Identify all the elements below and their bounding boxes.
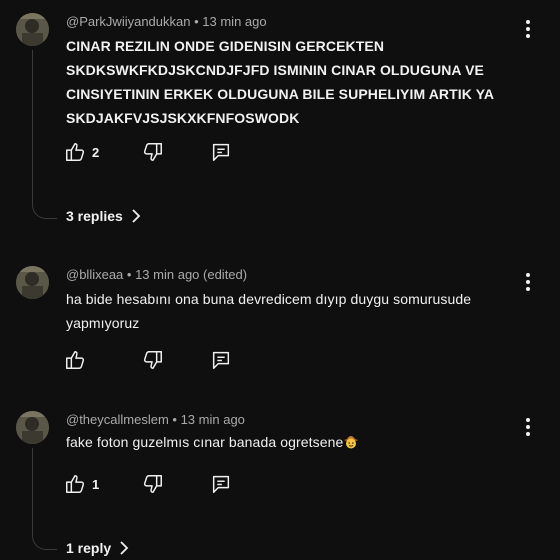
avatar[interactable] [16, 266, 49, 299]
view-replies-button[interactable]: 3 replies [66, 208, 141, 224]
like-button[interactable] [64, 348, 86, 372]
reply-thread-line [32, 50, 57, 219]
reply-button[interactable] [210, 472, 232, 496]
avatar[interactable] [16, 411, 49, 444]
replies-label: 1 reply [66, 540, 112, 556]
like-count: 2 [92, 144, 100, 160]
comment-text: CINAR REZILIN ONDE GIDENISIN GERCEKTEN S… [66, 38, 494, 126]
view-replies-button[interactable]: 1 reply [66, 540, 129, 556]
reply-comment-icon [212, 475, 230, 493]
chevron-right-icon [120, 541, 129, 555]
comment-meta: @bllixeaa • 13 min ago (edited) [66, 267, 248, 282]
comment-text: ha bide hesabını ona buna devredicem dıy… [66, 291, 472, 331]
thumb-up-icon [66, 475, 85, 493]
reply-thread-line [32, 448, 57, 550]
chevron-right-icon [132, 209, 141, 223]
thumb-down-icon [143, 475, 162, 493]
thumb-up-icon [66, 143, 85, 161]
reply-button[interactable] [210, 140, 232, 164]
comment-author[interactable]: @bllixeaa [66, 267, 123, 282]
comment-author[interactable]: @ParkJwiiyandukkan [66, 14, 190, 29]
comment-text: fake foton guzelmıs cınar banada ogretse… [66, 434, 344, 450]
comment-time[interactable]: 13 min ago (edited) [135, 267, 247, 282]
comment-meta: @theycallmeslem • 13 min ago [66, 412, 245, 427]
avatar[interactable] [16, 13, 49, 46]
dislike-button[interactable] [142, 348, 164, 372]
thumb-down-icon [143, 351, 162, 369]
replies-label: 3 replies [66, 208, 123, 224]
like-button[interactable]: 2 [64, 140, 99, 164]
comment-author[interactable]: @theycallmeslem [66, 412, 169, 427]
reply-comment-icon [212, 351, 230, 369]
comment-text-row: fake foton guzelmıs cınar banada ogretse… [66, 430, 536, 454]
like-count: 1 [92, 476, 100, 492]
thumb-up-icon [66, 351, 85, 369]
comment-time[interactable]: 13 min ago [202, 14, 266, 29]
comment-meta: @ParkJwiiyandukkan • 13 min ago [66, 14, 267, 29]
comment-time[interactable]: 13 min ago [181, 412, 245, 427]
reply-comment-icon [212, 143, 230, 161]
cowboy-face-emoji [344, 436, 359, 449]
like-button[interactable]: 1 [64, 472, 99, 496]
dislike-button[interactable] [142, 472, 164, 496]
dislike-button[interactable] [142, 140, 164, 164]
reply-button[interactable] [210, 348, 232, 372]
thumb-down-icon [143, 143, 162, 161]
